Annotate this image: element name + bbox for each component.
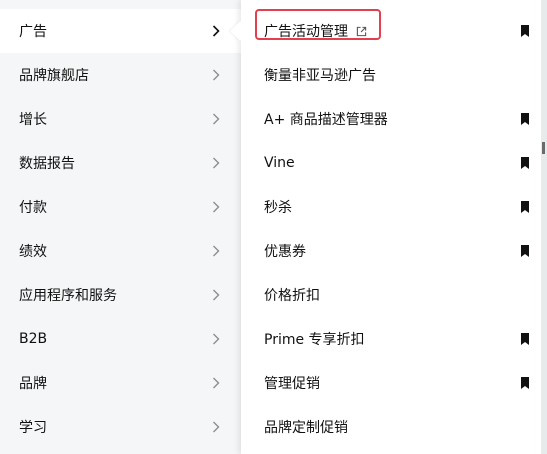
- menu-item-label: 品牌旗舰店: [19, 68, 89, 84]
- bookmark-icon[interactable]: [520, 245, 530, 257]
- submenu-item-label: 品牌定制促销: [264, 420, 348, 436]
- submenu-item-label: 衡量非亚马逊广告: [264, 68, 376, 84]
- bookmark-icon[interactable]: [520, 201, 530, 213]
- menu-item-label: 广告: [19, 24, 47, 40]
- submenu-item-label: 管理促销: [264, 376, 320, 392]
- menu-item-label: 增长: [19, 112, 47, 128]
- submenu-item-vine[interactable]: Vine: [241, 141, 547, 185]
- menu-item-apps-services[interactable]: 应用程序和服务: [0, 273, 241, 317]
- menu-item-advertising[interactable]: 广告: [0, 9, 241, 53]
- submenu-item-campaign-manager[interactable]: 广告活动管理: [241, 9, 547, 53]
- menu-item-label: 品牌: [19, 376, 47, 392]
- chevron-right-icon: [213, 333, 220, 345]
- chevron-right-icon: [213, 69, 220, 81]
- menu-item-label: 数据报告: [19, 156, 75, 172]
- menu-item-brand-store[interactable]: 品牌旗舰店: [0, 53, 241, 97]
- menu-item-label: 学习: [19, 420, 47, 436]
- chevron-right-icon: [213, 421, 220, 433]
- submenu-item-label: 秒杀: [264, 200, 292, 216]
- bookmark-icon[interactable]: [520, 333, 530, 345]
- menu-item-b2b[interactable]: B2B: [0, 317, 241, 361]
- chevron-right-icon: [213, 289, 220, 301]
- submenu-item-coupons[interactable]: 优惠券: [241, 229, 547, 273]
- menu-item-label: 付款: [19, 200, 47, 216]
- menu-item-label: 应用程序和服务: [19, 288, 117, 304]
- menu-item-performance[interactable]: 绩效: [0, 229, 241, 273]
- chevron-right-icon: [213, 201, 220, 213]
- submenu-item-label: Prime 专享折扣: [264, 332, 365, 348]
- submenu-item-label: 优惠券: [264, 244, 306, 260]
- bookmark-icon[interactable]: [520, 25, 530, 37]
- submenu-item-label: A+ 商品描述管理器: [264, 112, 388, 128]
- submenu-item-a-plus-manager[interactable]: A+ 商品描述管理器: [241, 97, 547, 141]
- menu-item-growth[interactable]: 增长: [0, 97, 241, 141]
- chevron-right-icon: [213, 245, 220, 257]
- bookmark-icon[interactable]: [520, 113, 530, 125]
- chevron-right-icon: [213, 113, 220, 125]
- submenu-item-price-discounts[interactable]: 价格折扣: [241, 273, 547, 317]
- external-link-icon[interactable]: [356, 26, 367, 37]
- page-edge-strip: [541, 0, 547, 454]
- chevron-right-icon: [212, 25, 220, 37]
- category-menu: 广告 品牌旗舰店 增长 数据报告 付款 绩效 应用程序和服务 B2B 品牌 学习: [0, 0, 241, 454]
- submenu-item-prime-exclusive-discounts[interactable]: Prime 专享折扣: [241, 317, 547, 361]
- chevron-right-icon: [213, 157, 220, 169]
- submenu-panel: 广告活动管理 衡量非亚马逊广告 A+ 商品描述管理器 Vine 秒杀 优惠券 价…: [241, 0, 547, 454]
- bookmark-icon[interactable]: [520, 377, 530, 389]
- submenu-item-label: Vine: [264, 155, 295, 171]
- submenu-item-brand-tailored-promotions[interactable]: 品牌定制促销: [241, 405, 547, 449]
- edge-mark: [542, 142, 545, 154]
- menu-item-label: B2B: [19, 331, 48, 347]
- submenu-item-manage-promotions[interactable]: 管理促销: [241, 361, 547, 405]
- submenu-item-measure-non-amazon-ads[interactable]: 衡量非亚马逊广告: [241, 53, 547, 97]
- menu-item-payments[interactable]: 付款: [0, 185, 241, 229]
- bookmark-icon[interactable]: [520, 157, 530, 169]
- menu-item-label: 绩效: [19, 244, 47, 260]
- menu-item-learn[interactable]: 学习: [0, 405, 241, 449]
- menu-item-reports[interactable]: 数据报告: [0, 141, 241, 185]
- submenu-item-label: 广告活动管理: [264, 24, 348, 40]
- submenu-item-lightning-deals[interactable]: 秒杀: [241, 185, 547, 229]
- menu-item-brand[interactable]: 品牌: [0, 361, 241, 405]
- submenu-item-label: 价格折扣: [264, 288, 320, 304]
- chevron-right-icon: [213, 377, 220, 389]
